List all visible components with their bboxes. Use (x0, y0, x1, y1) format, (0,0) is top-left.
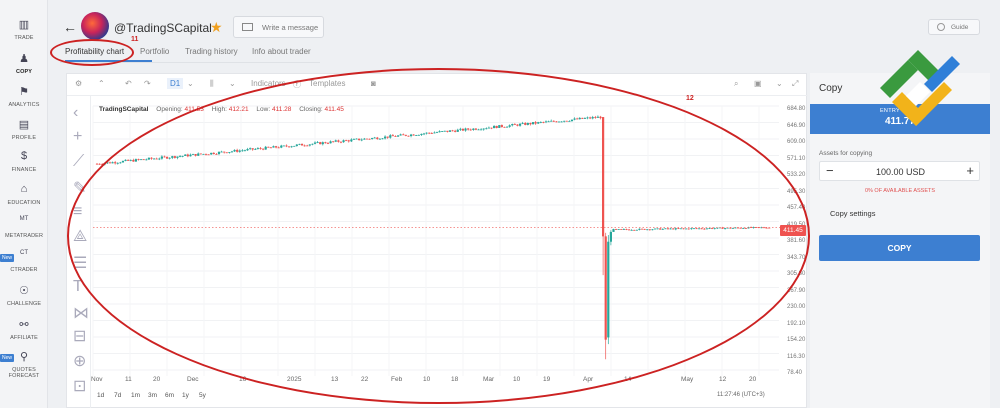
range-button-1d[interactable]: 1d (97, 392, 104, 399)
nav-label: CHALLENGE (6, 301, 42, 307)
time-tick-label: Dec (187, 376, 199, 383)
time-tick-label: 12 (719, 376, 727, 383)
trader-avatar (81, 12, 109, 40)
id-card-icon: ▤ (18, 119, 30, 131)
legend-opening-label: Opening: (156, 106, 183, 113)
time-tick-label: 11 (125, 376, 132, 383)
trendline-icon[interactable]: ⟋ (73, 153, 85, 170)
legend-symbol: TradingSCapital (99, 106, 149, 113)
favorite-star-icon[interactable]: ★ (210, 19, 223, 36)
nav-label: FINANCE (11, 167, 37, 173)
range-button-5y[interactable]: 5y (199, 392, 206, 399)
left-nav: ▥ TRADE ♟ COPY ⚑ ANALYTICS ▤ PROFILE $ FINANCE ⌂ ED… (0, 0, 48, 408)
chevron-left-icon[interactable]: ‹ (73, 104, 85, 121)
nav-item-copy[interactable]: ♟ COPY (0, 52, 48, 75)
brand-logo (880, 50, 960, 126)
tab-info-about-trader[interactable]: Info about trader (252, 47, 311, 56)
handshake-icon: ⚯ (19, 319, 29, 331)
dollar-icon: $ (20, 150, 28, 162)
tab-trading-history[interactable]: Trading history (185, 47, 238, 56)
price-tick-label: 116.30 (787, 353, 805, 360)
price-tick-label: 230.00 (787, 304, 806, 310)
range-button-1m[interactable]: 1m (131, 392, 140, 399)
nav-label: QUOTES FORECAST (8, 367, 40, 379)
mt-icon: MT (19, 216, 29, 222)
nav-item-finance[interactable]: $ FINANCE (0, 150, 48, 173)
envelope-icon (242, 23, 253, 31)
plus-icon[interactable]: + (966, 163, 974, 178)
nav-label: ANALYTICS (8, 102, 40, 108)
trader-name: @TradingSCapital (114, 21, 212, 35)
price-tick-label: 192.10 (787, 320, 806, 327)
amount-stepper: − 100.00 USD + (819, 161, 980, 181)
nav-label: CTRADER (10, 267, 38, 273)
nav-item-profile[interactable]: ▤ PROFILE (0, 118, 48, 141)
forecast-icon: ⚲ (19, 351, 29, 363)
tab-portfolio[interactable]: Portfolio (140, 47, 169, 56)
nav-item-challenge[interactable]: ☉ CHALLENGE (0, 284, 48, 307)
copy-title: Copy (819, 83, 843, 94)
price-tick-label: 154.20 (787, 337, 806, 343)
measure-icon[interactable]: ⊟ (73, 326, 86, 345)
assets-label: Assets for copying (819, 150, 873, 157)
nav-label: AFFILIATE (10, 335, 38, 341)
nav-item-trade[interactable]: ▥ TRADE (0, 18, 48, 41)
nav-item-affiliate[interactable]: ⚯ AFFILIATE (0, 318, 48, 341)
guide-button[interactable]: Guide (928, 19, 980, 35)
nav-item-education[interactable]: ⌂ EDUCATION (0, 183, 48, 206)
time-tick-label: 20 (153, 376, 161, 383)
zoom-icon[interactable]: ⊕ (73, 351, 86, 370)
back-arrow-icon[interactable]: ← (63, 19, 77, 35)
copy-settings-link[interactable]: Copy settings (830, 209, 875, 218)
new-badge: New (0, 354, 14, 362)
guide-label: Guide (951, 23, 969, 31)
annotation-ellipse-tab (50, 39, 134, 66)
write-message-button[interactable]: Write a message (233, 16, 324, 38)
range-button-1y[interactable]: 1y (182, 392, 189, 399)
time-tick-label: May (681, 376, 694, 383)
nav-label: EDUCATION (7, 200, 41, 206)
candle (95, 163, 99, 165)
nav-item-metatrader[interactable]: MT METATRADER (0, 216, 48, 239)
price-tick-label: 646.90 (787, 122, 806, 129)
graduation-icon: ⚑ (19, 86, 29, 98)
nav-label: COPY (16, 69, 32, 75)
price-tick-label: 78.40 (787, 370, 803, 376)
crosshair-icon[interactable]: + (73, 128, 85, 145)
price-tick-label: 609.00 (787, 139, 806, 145)
guide-icon (937, 23, 945, 31)
time-tick-label: 20 (749, 376, 757, 383)
nav-label: METATRADER (4, 233, 44, 239)
app-root: ▥ TRADE ♟ COPY ⚑ ANALYTICS ▤ PROFILE $ FINANCE ⌂ ED… (0, 0, 1000, 408)
new-badge: New (0, 254, 14, 262)
annotation-label-12: 12 (686, 95, 694, 102)
user-copy-icon: ♟ (19, 53, 29, 65)
pattern-icon[interactable]: ⋈ (73, 303, 89, 322)
chart-clock: 11:27:46 (UTC+3) (717, 392, 765, 398)
nav-item-analytics[interactable]: ⚑ ANALYTICS (0, 85, 48, 108)
annotation-label-11: 11 (131, 36, 139, 43)
write-message-label: Write a message (262, 22, 319, 32)
amount-field[interactable]: 100.00 USD (820, 167, 981, 177)
nav-label: TRADE (14, 35, 34, 41)
challenge-icon: ☉ (19, 285, 29, 297)
range-button-6m[interactable]: 6m (165, 392, 174, 399)
price-tick-label: 571.10 (787, 155, 806, 162)
available-assets: 0% OF AVAILABLE ASSETS (864, 188, 936, 194)
ct-icon: CT (20, 250, 28, 256)
chart-icon: ▥ (18, 19, 30, 31)
education-icon: ⌂ (20, 183, 28, 195)
range-button-3m[interactable]: 3m (148, 392, 157, 399)
range-button-7d[interactable]: 7d (114, 392, 121, 399)
annotation-ellipse-chart (67, 68, 810, 404)
copy-button[interactable]: COPY (819, 235, 980, 261)
price-tick-label: 684.80 (787, 106, 806, 112)
lock-icon[interactable]: ⊡ (73, 376, 86, 395)
nav-label: PROFILE (11, 135, 37, 141)
price-tick-label: 533.20 (787, 172, 806, 178)
time-tick-label: Nov (91, 376, 103, 383)
